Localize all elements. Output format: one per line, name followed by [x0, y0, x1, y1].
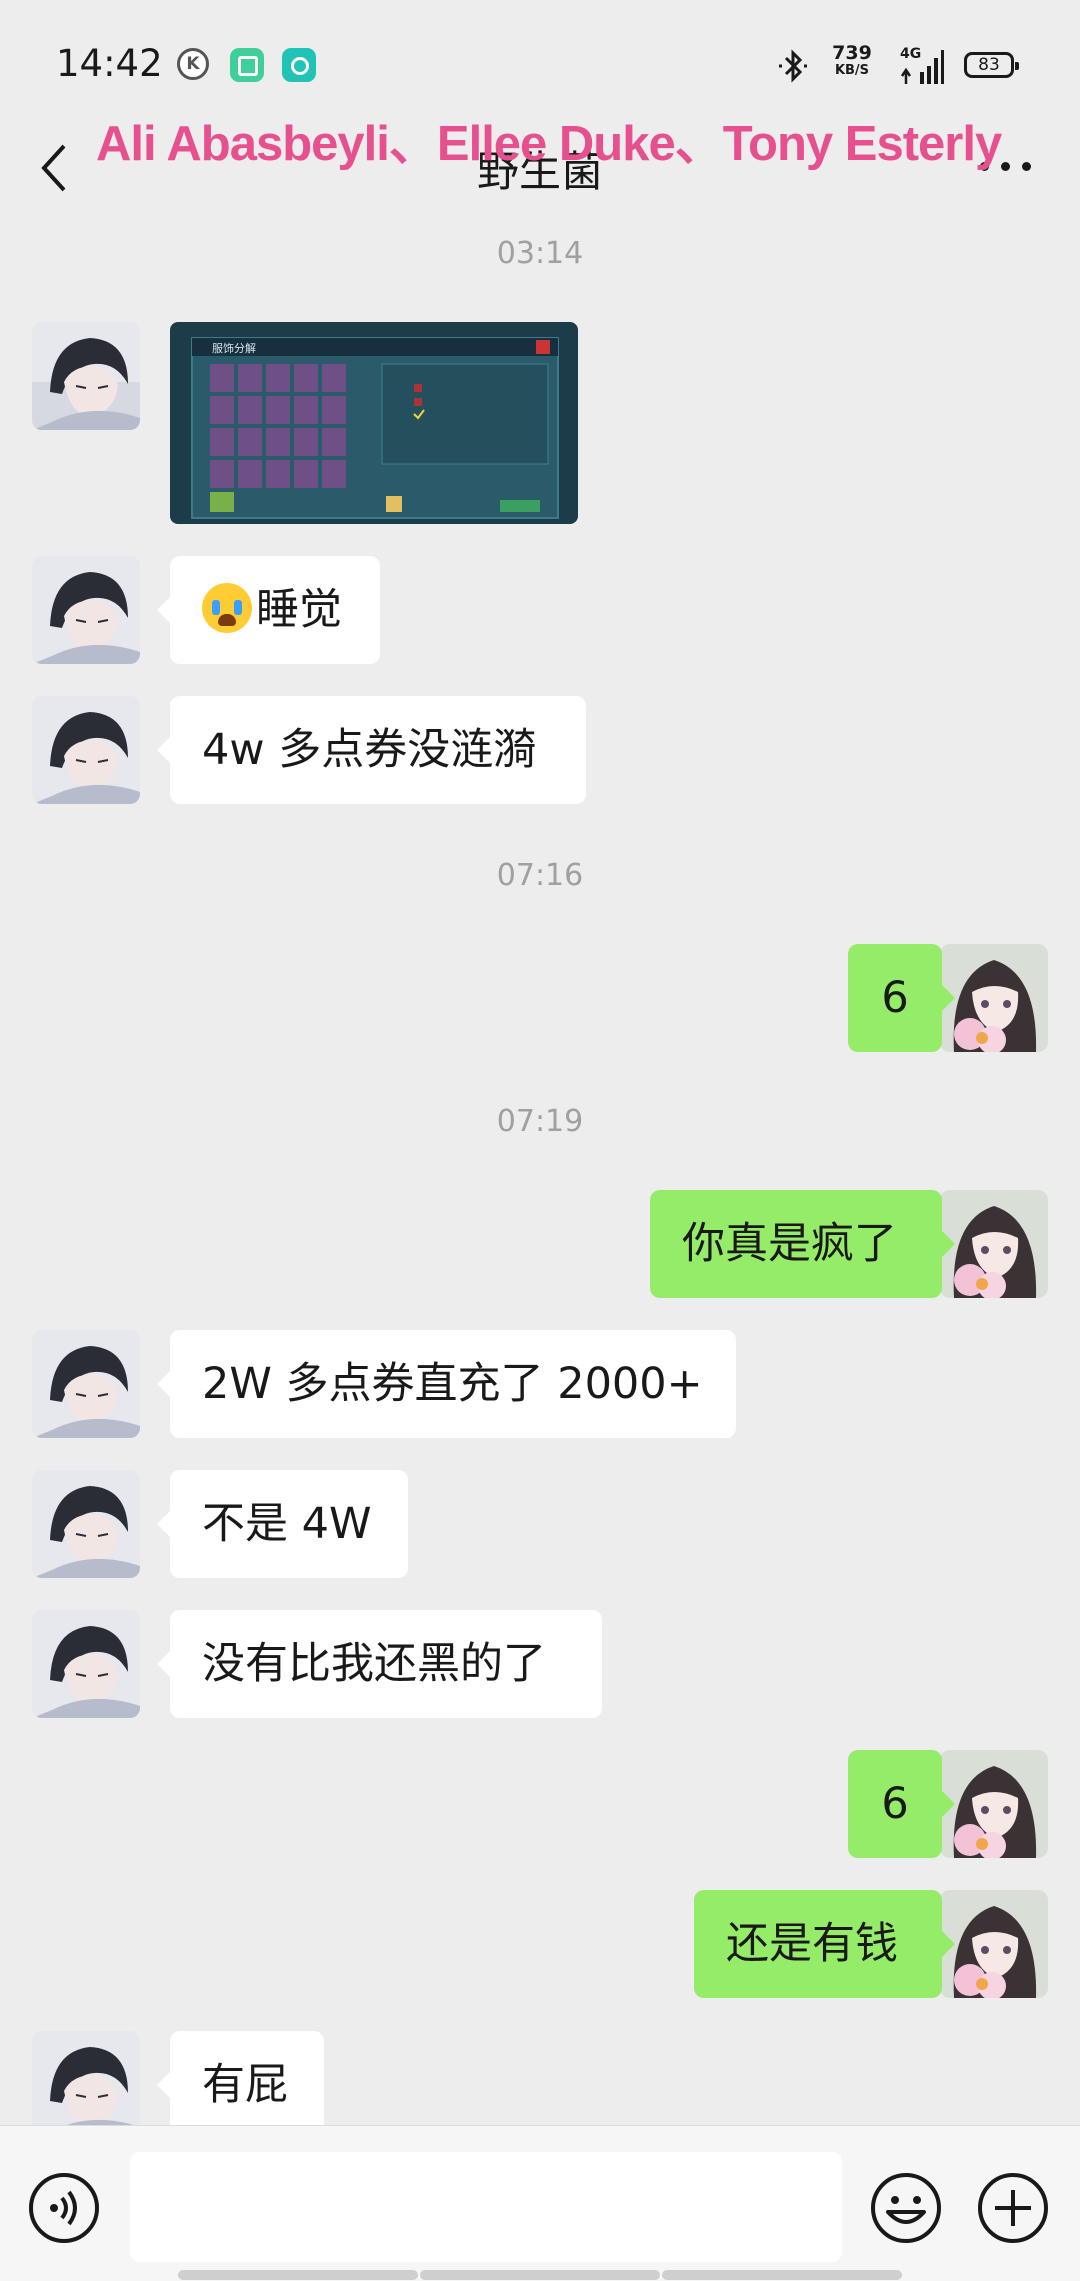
avatar[interactable]	[32, 1330, 140, 1438]
message-bubble[interactable]: 2W 多点券直充了 2000+	[157, 1330, 736, 1438]
network-speed: 739 KB/S	[832, 42, 872, 79]
avatar[interactable]	[32, 322, 140, 430]
list-item: 4w 多点券没涟漪	[0, 696, 1080, 804]
list-item: 服饰分解	[0, 322, 1080, 524]
avatar[interactable]	[940, 1190, 1048, 1298]
avatar[interactable]	[32, 1610, 140, 1718]
message-bubble[interactable]: 6	[848, 1750, 955, 1858]
crying-face-emoji	[202, 583, 252, 633]
list-item: 6	[0, 1750, 1080, 1858]
game-screenshot-image: 服饰分解	[170, 322, 578, 524]
message-bubble[interactable]: 睡觉	[157, 556, 380, 664]
image-message[interactable]: 服饰分解	[170, 322, 578, 524]
timestamp: 03:14	[496, 236, 584, 271]
avatar[interactable]	[32, 556, 140, 664]
list-item: 没有比我还黑的了	[0, 1610, 1080, 1718]
avatar[interactable]	[32, 2031, 140, 2125]
home-indicator	[420, 2270, 660, 2280]
message-bubble[interactable]: 有屁	[157, 2031, 324, 2125]
list-item: 你真是疯了	[0, 1190, 1080, 1298]
avatar[interactable]	[940, 944, 1048, 1052]
svg-text:服饰分解: 服饰分解	[212, 341, 256, 355]
avatar[interactable]	[32, 1470, 140, 1578]
battery-indicator: 83	[964, 52, 1019, 78]
bluetooth-icon	[779, 49, 807, 83]
avatar[interactable]	[940, 1890, 1048, 1998]
list-item: 有屁	[0, 2031, 1080, 2125]
input-bar	[0, 2125, 1080, 2281]
voice-icon[interactable]	[26, 2170, 102, 2246]
list-item: 不是 4W	[0, 1470, 1080, 1578]
message-bubble[interactable]: 你真是疯了	[650, 1190, 955, 1298]
notification-app-icon-2	[282, 48, 316, 82]
timestamp: 07:19	[496, 1104, 584, 1139]
emoji-icon[interactable]	[868, 2170, 944, 2246]
home-indicator	[178, 2270, 418, 2280]
message-bubble[interactable]: 不是 4W	[157, 1470, 408, 1578]
message-input[interactable]	[130, 2152, 842, 2262]
message-bubble[interactable]: 4w 多点券没涟漪	[157, 696, 586, 804]
signal-icon	[900, 50, 944, 84]
message-bubble[interactable]: 还是有钱	[694, 1890, 955, 1998]
status-time: 14:42	[56, 42, 163, 85]
home-indicator	[662, 2270, 902, 2280]
list-item: 2W 多点券直充了 2000+	[0, 1330, 1080, 1438]
notification-app-icon	[230, 48, 264, 82]
avatar-male-image	[32, 322, 140, 430]
k-circle-icon: K	[177, 48, 209, 80]
timestamp: 07:16	[496, 858, 584, 893]
list-item: 6	[0, 944, 1080, 1052]
list-item: 睡觉	[0, 556, 1080, 664]
avatar[interactable]	[32, 696, 140, 804]
message-bubble[interactable]: 没有比我还黑的了	[157, 1610, 602, 1718]
message-bubble[interactable]: 6	[848, 944, 955, 1052]
watermark-text: Ali Abasbeyli、Ellee Duke、Tony Esterly	[96, 117, 1002, 171]
plus-icon[interactable]	[975, 2170, 1051, 2246]
avatar[interactable]	[940, 1750, 1048, 1858]
list-item: 还是有钱	[0, 1890, 1080, 1998]
message-list[interactable]: 03:14 服饰分解 睡觉 4w 多点券没涟漪 07:16 6 07:19 你真…	[0, 228, 1080, 2125]
